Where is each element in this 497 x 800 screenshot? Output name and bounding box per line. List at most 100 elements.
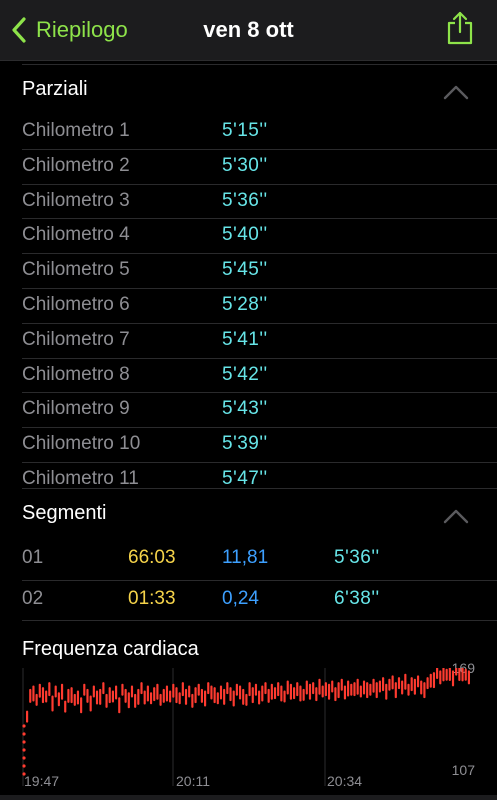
heart-rate-bar [248,682,251,697]
heart-rate-bar [423,682,426,699]
heart-rate-bar [26,710,29,723]
splits-list: Chilometro 1 5'15'' Chilometro 2 5'30'' Ch… [22,115,497,497]
split-row: Chilometro 9 5'43'' [22,393,497,429]
heart-rate-bar [92,685,95,698]
heart-rate-bar [312,682,315,695]
heart-rate-bar [353,682,356,697]
split-label: Chilometro 6 [22,293,130,315]
heart-rate-bar [394,682,397,699]
heart-rate-bar [178,692,181,705]
heart-rate-bar [118,697,121,714]
heart-rate-bar [267,688,270,703]
heart-rate-bar [251,687,254,704]
heart-rate-bar [464,668,467,681]
chart-bars [22,668,470,776]
heart-rate-bar [29,688,32,703]
heart-rate-bar [64,700,67,713]
heart-rate-bar [286,680,289,695]
heart-rate-bar [235,683,238,696]
heart-rate-bar [308,683,312,700]
heart-rate-bar [242,688,245,705]
heart-rate-bar [343,685,347,700]
split-pace: 5'28'' [222,293,268,315]
heart-rate-title: Frequenza cardiaca [22,638,199,660]
heart-rate-bar [439,670,442,685]
heart-rate-bar [105,693,108,708]
split-label: Chilometro 5 [22,259,130,281]
heart-rate-bar [197,683,200,696]
heart-rate-bar [410,677,413,692]
split-row: Chilometro 10 5'39'' [22,428,497,463]
heart-rate-bar [273,687,277,700]
heart-rate-bar [89,695,92,712]
nav-bar: Riepilogo ven 8 ott [0,0,497,61]
split-row: Chilometro 4 5'40'' [22,219,497,255]
heart-rate-bar [280,685,283,702]
heart-rate-bar [124,688,127,703]
heart-rate-bar [416,675,420,688]
heart-rate-bar [175,687,178,704]
heart-rate-bar [413,678,416,695]
divider [22,620,497,621]
split-row: Chilometro 3 5'36'' [22,185,497,220]
chevron-up-icon[interactable] [443,84,469,100]
split-label: Chilometro 4 [22,224,130,246]
segment-id: 01 [22,547,44,568]
heart-rate-bar [458,668,461,682]
heart-rate-bar [264,682,267,695]
heart-rate-bar [432,672,436,689]
heart-rate-bar [455,668,458,676]
segment-time: 66:03 [128,547,176,568]
heart-rate-bar [420,680,423,695]
heart-rate-bar [324,682,327,697]
split-label: Chilometro 8 [22,363,130,385]
split-pace: 5'30'' [222,154,268,176]
heart-rate-bar [223,688,226,705]
heart-rate-bar [331,680,334,693]
heart-rate-bar [86,688,89,703]
heart-rate-bar [99,688,102,705]
heart-rate-bar [57,692,60,707]
heart-rate-point [22,732,26,736]
heart-rate-bar [302,688,305,701]
split-pace: 5'15'' [222,120,268,141]
time-label: 19:47 [24,773,60,789]
segments-list: 01 66:03 11,81 5'36'' 02 01:33 0,24 6'38… [22,540,497,621]
share-icon[interactable] [445,10,475,46]
split-pace: 5'41'' [222,328,268,350]
heart-rate-bar [388,678,391,691]
heart-rate-bar [445,668,448,681]
heart-rate-bar [366,682,369,699]
heart-rate-bar [213,687,216,704]
heart-rate-point [22,764,26,768]
heart-rate-point [22,724,26,728]
bottom-bar [0,795,497,800]
heart-rate-bar [60,683,64,700]
heart-rate-bar [261,685,264,702]
segment-id: 02 [22,588,44,609]
heart-rate-bar [102,682,105,695]
split-label: Chilometro 11 [22,467,139,489]
heart-rate-bar [391,675,394,690]
chevron-up-icon[interactable] [443,508,469,524]
heart-rate-bar [32,685,35,702]
heart-rate-bar [362,680,366,695]
split-pace: 5'43'' [222,398,268,420]
split-row: Chilometro 8 5'42'' [22,359,497,394]
heart-rate-bar [76,690,80,705]
heart-rate-bar [156,683,159,700]
heart-rate-bar [372,678,375,693]
heart-rate-bar [184,688,188,705]
heart-rate-bar [204,690,207,707]
heart-rate-bar [277,682,280,697]
split-row: Chilometro 11 5'47'' [22,463,497,497]
segments-title: Segmenti [22,502,107,524]
heart-rate-bar [369,683,372,696]
heart-rate-bar [194,687,197,704]
split-pace: 5'47'' [222,467,268,489]
heart-rate-bar [442,668,445,682]
heart-rate-bar [73,693,76,706]
heart-rate-bar [191,693,194,708]
heart-rate-bar [95,690,99,705]
heart-rate-bar [448,668,451,682]
